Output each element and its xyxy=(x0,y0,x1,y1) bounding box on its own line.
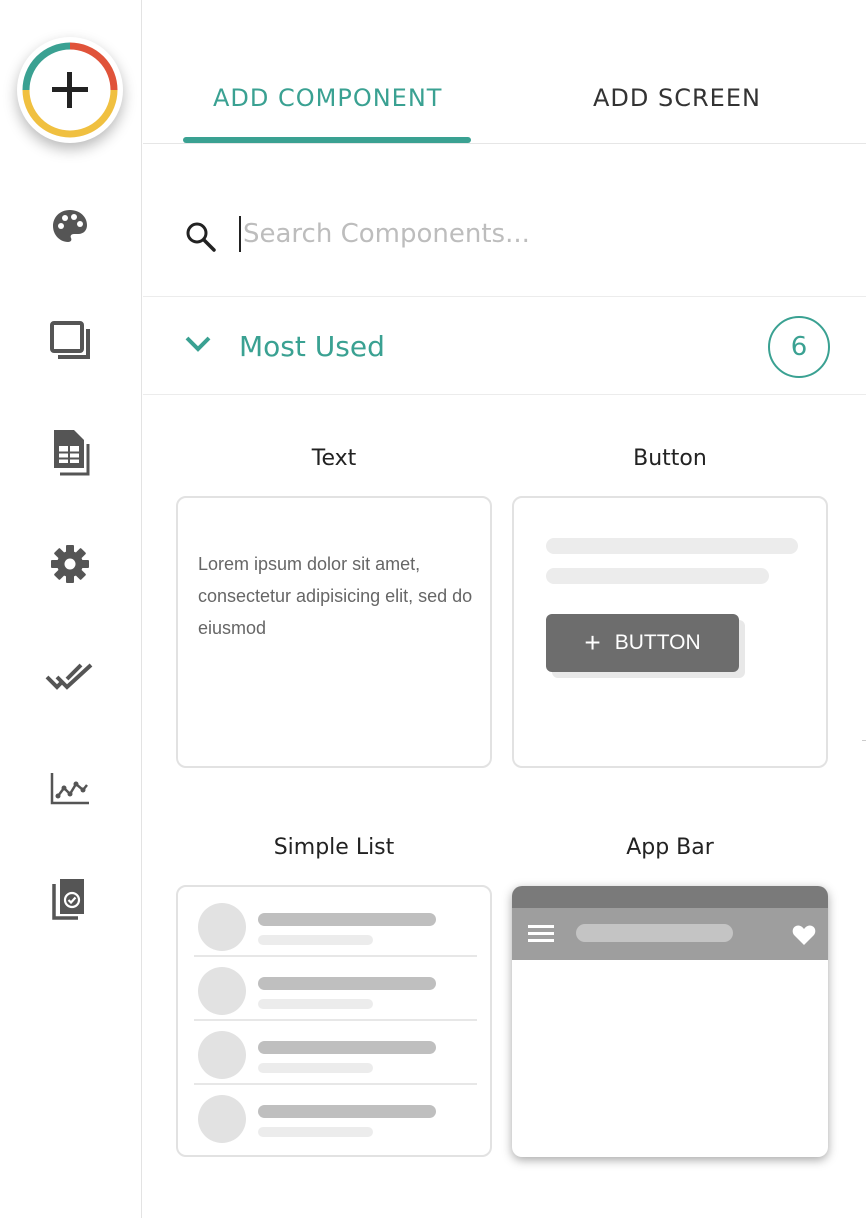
plus-icon: + xyxy=(584,627,601,658)
component-label-simple-list: Simple List xyxy=(273,835,395,860)
component-label-app-bar: App Bar xyxy=(626,835,714,860)
most-used-section-header[interactable]: Most Used 6 xyxy=(143,297,866,395)
palette-icon[interactable] xyxy=(45,202,95,252)
publish-copy-icon[interactable] xyxy=(45,875,95,925)
fab-ring xyxy=(22,42,118,138)
database-sheet-icon[interactable] xyxy=(45,427,95,477)
button-preview-label: BUTTON xyxy=(614,631,701,654)
list-item xyxy=(194,1085,477,1149)
list-item xyxy=(194,893,477,957)
text-preview: Lorem ipsum dolor sit amet, consectetur … xyxy=(198,554,473,638)
screens-icon[interactable] xyxy=(45,315,95,365)
component-card-simple-list[interactable] xyxy=(176,885,492,1157)
status-bar xyxy=(512,886,828,908)
tab-bar: ADD COMPONENT ADD SCREEN xyxy=(143,0,866,144)
search-icon xyxy=(186,222,216,252)
chevron-down-icon xyxy=(185,336,211,352)
tab-add-screen[interactable]: ADD SCREEN xyxy=(593,84,761,112)
double-check-icon[interactable] xyxy=(45,652,95,702)
app-bar-title-placeholder xyxy=(576,924,733,942)
gear-icon[interactable] xyxy=(45,539,95,589)
search-bar xyxy=(143,144,866,297)
menu-icon xyxy=(528,925,554,942)
component-label-button: Button xyxy=(633,446,707,471)
avatar xyxy=(198,903,246,951)
divider xyxy=(862,740,866,741)
add-fab-button[interactable] xyxy=(17,37,123,143)
list-item xyxy=(194,957,477,1021)
list-item xyxy=(194,1021,477,1085)
avatar xyxy=(198,967,246,1015)
active-tab-indicator xyxy=(183,137,471,143)
placeholder-line xyxy=(546,568,769,584)
button-preview: + BUTTON xyxy=(546,614,739,672)
component-card-text[interactable]: Lorem ipsum dolor sit amet, consectetur … xyxy=(176,496,492,768)
heart-icon xyxy=(792,925,816,945)
tab-add-component[interactable]: ADD COMPONENT xyxy=(213,84,442,112)
sidebar xyxy=(0,0,142,1218)
avatar xyxy=(198,1031,246,1079)
component-card-app-bar[interactable] xyxy=(512,886,828,1157)
app-bar-preview xyxy=(512,908,828,960)
component-card-button[interactable]: + BUTTON xyxy=(512,496,828,768)
section-title: Most Used xyxy=(239,330,385,363)
component-label-text: Text xyxy=(311,446,357,471)
analytics-chart-icon[interactable] xyxy=(45,764,95,814)
placeholder-line xyxy=(546,538,798,554)
count-badge: 6 xyxy=(768,316,830,378)
search-input[interactable] xyxy=(239,216,799,252)
avatar xyxy=(198,1095,246,1143)
